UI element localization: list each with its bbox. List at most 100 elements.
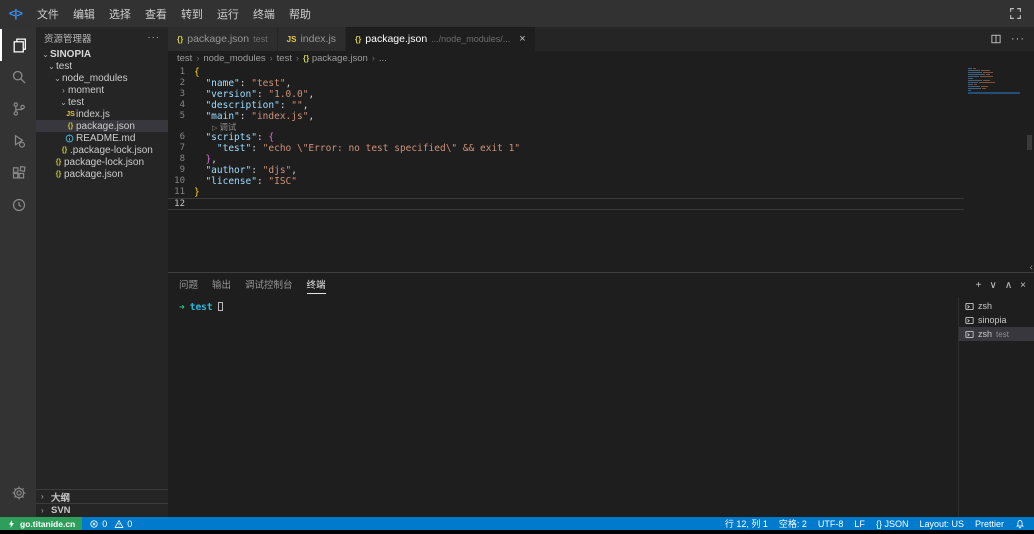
code-editor[interactable]: 1{2 "name": "test",3 "version": "1.0.0",… xyxy=(168,65,1034,272)
minimap[interactable] xyxy=(968,68,1020,94)
json-file-icon: {} xyxy=(53,171,64,178)
statusbar-cursor-position[interactable]: 行 12, 列 1 xyxy=(725,517,768,530)
statusbar-encoding[interactable]: UTF-8 xyxy=(818,519,844,529)
breadcrumb-item[interactable]: test xyxy=(277,53,292,64)
chevron-left-icon[interactable]: ‹ xyxy=(1030,263,1033,273)
terminal-viewport[interactable]: ➜test xyxy=(168,297,958,517)
section-svn[interactable]: ›SVN xyxy=(36,503,168,517)
title-bar: <|> 文件编辑选择查看转到运行终端帮助 xyxy=(0,0,1034,27)
menu-selection[interactable]: 选择 xyxy=(102,6,138,22)
tree-item-index-js[interactable]: JSindex.js xyxy=(36,108,168,120)
close-tab-icon[interactable]: × xyxy=(519,33,525,45)
tree-item-test[interactable]: ⌄test xyxy=(36,60,168,72)
panel-tab-debug-console[interactable]: 调试控制台 xyxy=(245,277,293,294)
files-icon[interactable] xyxy=(0,29,36,61)
tree-item-package-lock[interactable]: {}package-lock.json xyxy=(36,156,168,168)
statusbar-language-mode[interactable]: {} JSON xyxy=(876,519,909,529)
fullscreen-toggle-icon[interactable] xyxy=(1009,7,1022,20)
menu-run[interactable]: 运行 xyxy=(210,6,246,22)
app-logo-icon: <|> xyxy=(9,8,22,20)
codelens-debug-link[interactable]: ▷调试 xyxy=(168,122,1034,132)
tree-item-sinopia[interactable]: ⌄SINOPIA xyxy=(36,48,168,60)
clock-icon[interactable] xyxy=(0,189,36,221)
terminal-list-item[interactable]: zshtest xyxy=(959,327,1034,341)
chevron-down-icon: ⌄ xyxy=(41,50,50,59)
remote-indicator[interactable]: go.titanide.cn xyxy=(0,517,82,530)
menu-file[interactable]: 文件 xyxy=(30,6,66,22)
source-control-icon[interactable] xyxy=(0,93,36,125)
editor-more-actions-icon[interactable]: ··· xyxy=(1011,33,1025,45)
section-outline[interactable]: ›大纲 xyxy=(36,489,168,503)
search-icon[interactable] xyxy=(0,61,36,93)
tree-item-package-json-inner[interactable]: {}package.json xyxy=(36,120,168,132)
minimap-current-line xyxy=(968,92,1020,94)
terminal-list-item[interactable]: sinopia xyxy=(959,313,1034,327)
section-label: SVN xyxy=(51,505,71,516)
menu-help[interactable]: 帮助 xyxy=(282,6,318,22)
tree-item-label: package.json xyxy=(64,169,123,180)
extensions-icon[interactable] xyxy=(0,157,36,189)
js-file-icon: JS xyxy=(287,35,297,44)
tab-title: index.js xyxy=(300,33,336,45)
code-line: 4 "description": "", xyxy=(168,100,1034,111)
tree-item-label: .package-lock.json xyxy=(70,145,153,156)
breadcrumb-separator-icon: › xyxy=(196,53,199,63)
tab-package-json-test[interactable]: {}package.jsontest xyxy=(168,27,278,51)
tree-item-dot-package-lock[interactable]: {}.package-lock.json xyxy=(36,144,168,156)
menu-view[interactable]: 查看 xyxy=(138,6,174,22)
panel-maximize-panel-icon[interactable]: ∧ xyxy=(1005,280,1012,291)
run-debug-icon[interactable] xyxy=(0,125,36,157)
statusbar-formatter[interactable]: Prettier xyxy=(975,519,1004,529)
line-content: "name": "test", xyxy=(194,78,291,89)
editor-area: {}package.jsontestJSindex.js{}package.js… xyxy=(168,27,1034,517)
notifications-bell-icon[interactable] xyxy=(1015,519,1025,529)
line-content: }, xyxy=(194,154,217,165)
breadcrumb-item[interactable]: test xyxy=(177,53,192,64)
terminal-cursor xyxy=(218,302,223,311)
breadcrumb-label: package.json xyxy=(312,53,368,64)
panel-tab-output[interactable]: 输出 xyxy=(212,277,231,294)
menu-terminal[interactable]: 终端 xyxy=(246,6,282,22)
statusbar-keyboard-layout[interactable]: Layout: US xyxy=(919,519,964,529)
tab-index-js[interactable]: JSindex.js xyxy=(278,27,346,51)
breadcrumb-item[interactable]: ... xyxy=(379,53,387,64)
code-line: 7 "test": "echo \"Error: no test specifi… xyxy=(168,143,1034,154)
tree-item-test-inner[interactable]: ⌄test xyxy=(36,96,168,108)
editor-scrollbar[interactable] xyxy=(1027,135,1032,150)
explorer-more-actions-icon[interactable]: ··· xyxy=(148,32,161,43)
menu-edit[interactable]: 编辑 xyxy=(66,6,102,22)
line-content: } xyxy=(194,187,200,198)
terminal-item-label: zsh xyxy=(978,329,992,339)
settings-gear-icon[interactable] xyxy=(0,477,36,509)
statusbar-indentation[interactable]: 空格: 2 xyxy=(779,517,807,530)
terminal-cwd: test xyxy=(190,302,213,313)
play-icon: ▷ xyxy=(212,125,217,132)
panel-terminal-dropdown-icon[interactable]: ∨ xyxy=(990,280,997,291)
line-content: { xyxy=(194,67,200,78)
bottom-strip xyxy=(0,530,1034,534)
tree-item-moment[interactable]: ›moment xyxy=(36,84,168,96)
terminal-icon xyxy=(965,302,974,311)
panel-new-terminal-icon[interactable]: + xyxy=(976,280,982,291)
panel-tab-problems[interactable]: 问题 xyxy=(179,277,198,294)
json-file-icon: {} xyxy=(355,35,361,44)
breadcrumb-item[interactable]: node_modules xyxy=(203,53,265,64)
terminal-list-item[interactable]: zsh xyxy=(959,299,1034,313)
chevron-right-icon: › xyxy=(41,506,51,515)
tree-item-package-json[interactable]: {}package.json xyxy=(36,168,168,180)
tree-item-node-modules[interactable]: ⌄node_modules xyxy=(36,72,168,84)
tree-item-readme-md[interactable]: README.md xyxy=(36,132,168,144)
tab-title: package.json xyxy=(365,33,427,45)
split-editor-icon[interactable] xyxy=(990,33,1002,45)
panel-tab-terminal[interactable]: 终端 xyxy=(307,277,326,294)
line-content: "license": "ISC" xyxy=(194,176,297,187)
breadcrumb-item[interactable]: {} package.json xyxy=(303,53,368,64)
problems-indicator[interactable]: 0 0 xyxy=(82,519,143,529)
bottom-panel: 问题输出调试控制台终端 +∨∧× ➜test zshsinopiazshtest xyxy=(168,272,1034,517)
panel-close-panel-icon[interactable]: × xyxy=(1020,280,1026,291)
statusbar-eol[interactable]: LF xyxy=(854,519,865,529)
tab-package-json-node-modules[interactable]: {}package.json.../node_modules/...× xyxy=(346,27,536,51)
menu-go[interactable]: 转到 xyxy=(174,6,210,22)
code-line: 1{ xyxy=(168,67,1034,78)
tree-item-label: index.js xyxy=(76,109,110,120)
